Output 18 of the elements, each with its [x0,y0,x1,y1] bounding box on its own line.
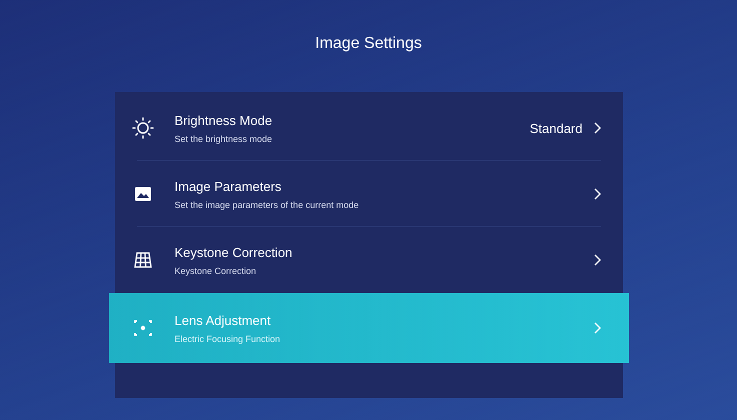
item-title: Image Parameters [174,178,282,194]
item-value: Standard [530,120,582,136]
item-subtitle: Set the image parameters of the current mode [174,200,360,210]
sun-icon [130,116,154,140]
item-title: Brightness Mode [174,112,274,128]
item-subtitle: Electric Focusing Function [174,334,282,344]
window-title: Image Settings [314,34,423,54]
chevron-right-icon [592,322,600,334]
settings-item[interactable]: Brightness Mode Set the brightness mode Standard [114,95,622,161]
chevron-right-icon [592,122,600,134]
item-title: Keystone Correction [174,244,294,260]
chevron-right-icon [592,188,600,200]
item-subtitle: Set the brightness mode [174,134,274,144]
settings-item[interactable]: Image Parameters Set the image parameters of the current mode [114,161,622,227]
item-subtitle: Keystone Correction [174,266,258,276]
chevron-right-icon [592,254,600,266]
settings-item[interactable]: Keystone Correction Keystone Correction [114,227,622,293]
item-title: Lens Adjustment [174,312,272,328]
